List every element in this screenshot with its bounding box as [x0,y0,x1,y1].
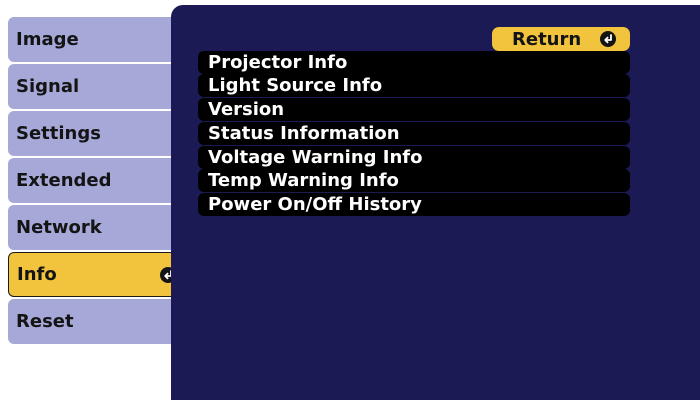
sidebar-item-image[interactable]: Image [8,17,185,62]
menu-item-projector-info[interactable]: Projector Info [198,51,630,74]
sidebar-item-label: Extended [16,170,112,191]
menu-item-label: Projector Info [208,52,348,73]
sidebar-item-label: Image [16,29,79,50]
menu-item-voltage-warning-info[interactable]: Voltage Warning Info [198,146,630,169]
menu-item-label: Version [208,99,285,120]
sidebar-item-network[interactable]: Network [8,205,185,250]
sidebar-item-label: Reset [16,311,74,332]
menu-item-label: Power On/Off History [208,194,422,215]
menu-item-label: Light Source Info [208,75,383,96]
sidebar-item-label: Network [16,217,102,238]
sidebar-item-signal[interactable]: Signal [8,64,185,109]
sidebar-item-label: Signal [16,76,80,97]
menu-item-status-information[interactable]: Status Information [198,122,630,145]
menu-item-power-history[interactable]: Power On/Off History [198,193,630,216]
sidebar-item-info[interactable]: Info [8,252,185,297]
return-button[interactable]: Return [492,27,630,51]
sidebar-item-reset[interactable]: Reset [8,299,185,344]
return-button-label: Return [512,28,582,50]
sidebar-item-settings[interactable]: Settings [8,111,185,156]
sidebar-item-label: Info [17,264,57,285]
menu-item-label: Temp Warning Info [208,170,399,191]
sidebar-menu: Image Signal Settings Extended Network I… [0,0,185,400]
menu-item-light-source-info[interactable]: Light Source Info [198,74,630,97]
sidebar-item-extended[interactable]: Extended [8,158,185,203]
menu-item-version[interactable]: Version [198,98,630,121]
enter-icon [600,31,616,47]
menu-item-label: Status Information [208,123,400,144]
menu-item-label: Voltage Warning Info [208,147,423,168]
menu-item-temp-warning-info[interactable]: Temp Warning Info [198,169,630,192]
sidebar-item-label: Settings [16,123,101,144]
